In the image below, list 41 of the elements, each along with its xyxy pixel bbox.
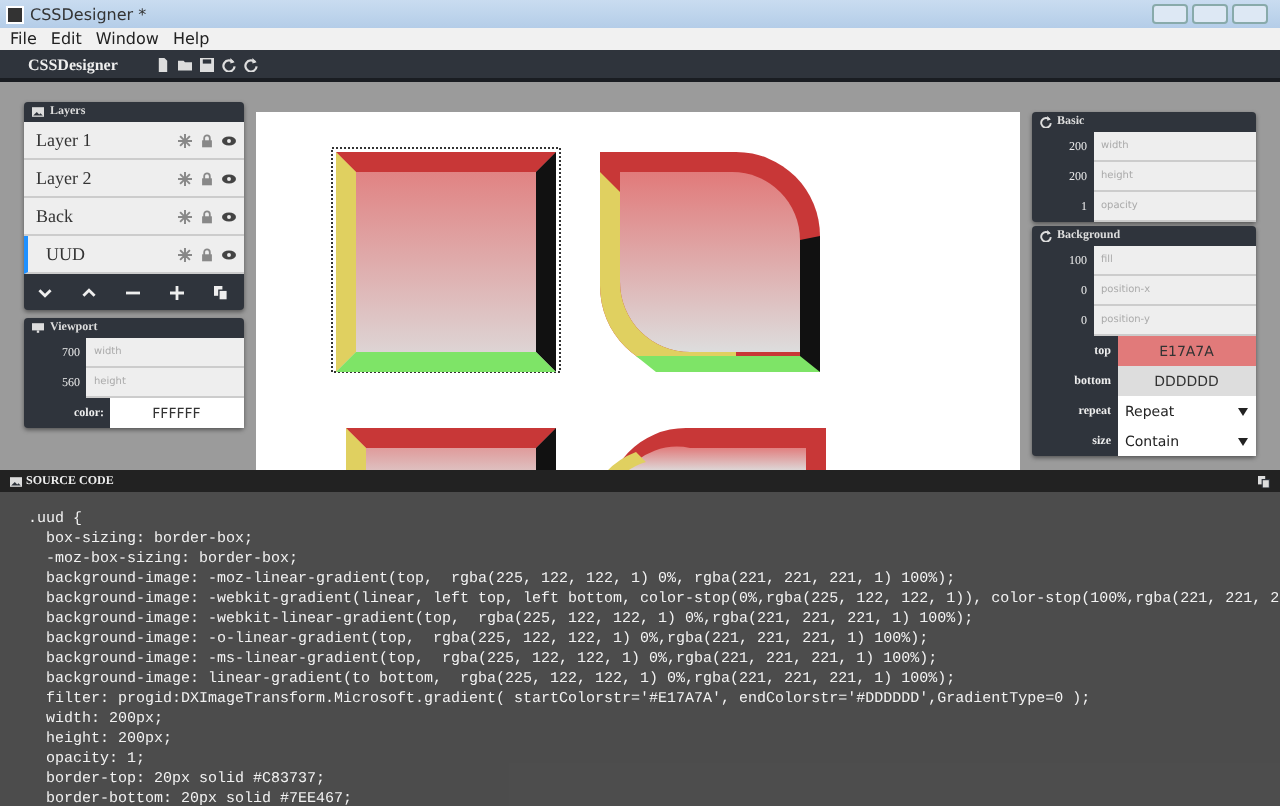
eye-icon [221, 171, 235, 185]
maximize-button[interactable] [1192, 4, 1228, 24]
asterisk-icon [177, 133, 191, 147]
save-icon [200, 57, 214, 71]
menu-item[interactable]: Help [172, 30, 210, 48]
reset-icon [1039, 230, 1051, 242]
menu-item[interactable]: Edit [50, 30, 82, 48]
folder-icon [178, 57, 192, 71]
chevron-up-icon [82, 285, 97, 299]
close-button[interactable] [1232, 4, 1268, 24]
menu-item[interactable]: Window [95, 30, 159, 48]
minimize-button[interactable] [1152, 4, 1188, 24]
lock-icon [199, 171, 213, 185]
layer-row[interactable]: Back [24, 198, 243, 236]
chevron-down-icon [38, 285, 53, 299]
asterisk-icon [177, 247, 191, 261]
caret-icon [1238, 437, 1248, 445]
layer-row[interactable]: UUD [24, 236, 243, 274]
undo-icon [222, 57, 236, 71]
layer-row[interactable]: Layer 2 [24, 160, 243, 198]
lock-icon [199, 247, 213, 261]
copy-icon [214, 285, 228, 299]
reset-icon [1039, 116, 1051, 128]
window-title: CSSDesigner * [30, 5, 147, 23]
asterisk-icon [177, 171, 191, 185]
lock-icon [199, 133, 213, 147]
lock-icon [199, 209, 213, 223]
eye-icon [221, 133, 235, 147]
app-title: CSSDesigner [28, 55, 120, 73]
new-file-icon [156, 57, 170, 71]
redo-icon [244, 57, 258, 71]
layer-row[interactable]: Layer 1 [24, 122, 243, 160]
app-icon [6, 5, 24, 23]
asterisk-icon [177, 209, 191, 223]
eye-icon [221, 247, 235, 261]
caret-icon [1238, 407, 1248, 415]
menu-item[interactable]: File [10, 30, 37, 48]
copy-icon [1258, 475, 1270, 487]
eye-icon [221, 209, 235, 223]
plus-icon [170, 285, 185, 299]
monitor-icon [32, 322, 44, 334]
